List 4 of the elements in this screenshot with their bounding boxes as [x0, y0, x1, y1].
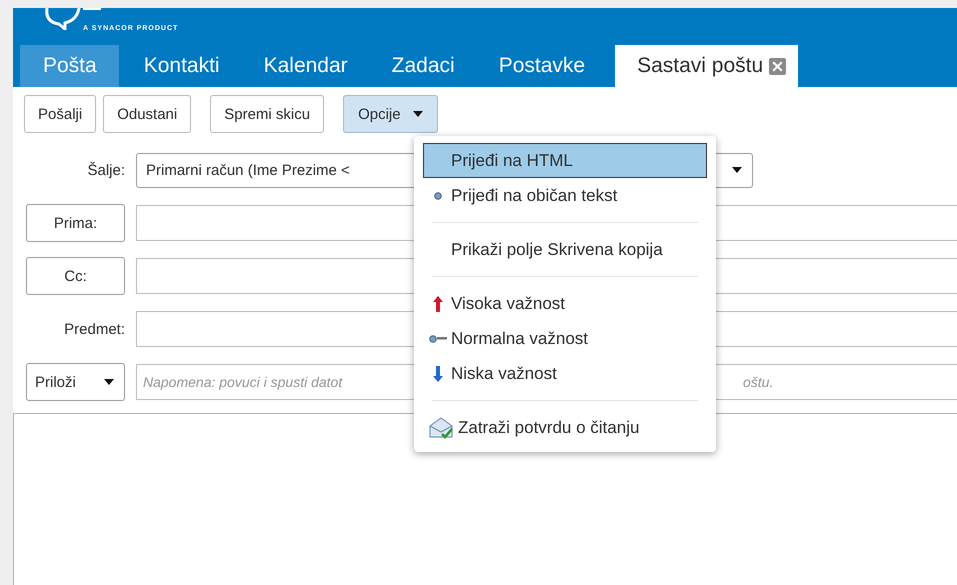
placeholder-text: oštu. — [743, 374, 774, 390]
placeholder-text: Napomena: povuci i spusti datot — [143, 374, 342, 390]
from-label: Šalje: — [87, 162, 125, 178]
subject-label: Predmet: — [64, 320, 125, 338]
